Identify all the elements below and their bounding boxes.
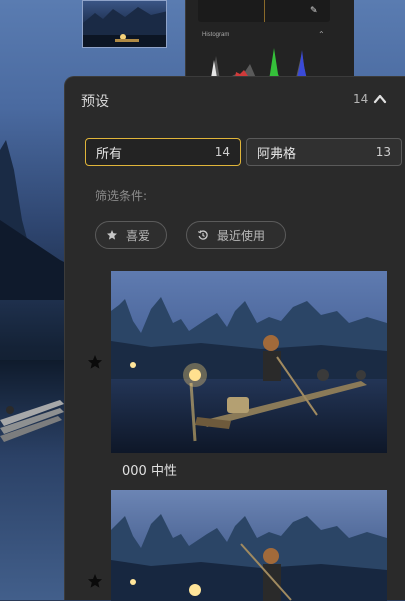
segment-afg-label: 阿弗格 — [257, 146, 297, 162]
preset-thumbnail[interactable] — [111, 490, 387, 601]
thumbnail-scene — [83, 7, 166, 47]
histogram-title: Histogram — [202, 32, 230, 38]
preset-scene — [111, 490, 387, 601]
preset-scene — [111, 271, 387, 453]
segment-afg[interactable]: 阿弗格 13 — [246, 138, 402, 166]
recent-filter-chip[interactable]: 最近使用 — [186, 221, 286, 249]
preset-thumbnail[interactable] — [111, 271, 387, 453]
history-icon — [197, 230, 208, 240]
panel-title: 预设 — [81, 94, 109, 110]
favorite-star-icon[interactable] — [87, 354, 103, 370]
segment-afg-count: 13 — [375, 145, 391, 159]
strip-divider — [264, 0, 265, 22]
segment-all-count: 14 — [214, 145, 230, 159]
bamboo-raft — [0, 400, 64, 442]
star-icon — [107, 230, 117, 240]
favorite-star-icon[interactable] — [87, 573, 103, 589]
chevron-up-icon[interactable] — [372, 91, 388, 107]
pin-icon[interactable]: ✎ — [310, 6, 320, 16]
segment-all[interactable]: 所有 14 — [85, 138, 241, 166]
presets-panel: 预设 14 所有 14 阿弗格 13 筛选条件: 喜爱 最近使用 000 中性 — [64, 76, 405, 601]
preset-name: 000 中性 — [122, 464, 177, 479]
recent-chip-label: 最近使用 — [217, 228, 266, 243]
chevron-up-icon[interactable]: ⌃ — [318, 30, 325, 39]
preset-count: 14 — [353, 92, 369, 106]
filmstrip-thumbnail[interactable] — [82, 0, 167, 48]
segment-all-label: 所有 — [96, 146, 123, 162]
favorites-chip-label: 喜爱 — [126, 228, 151, 243]
favorites-filter-chip[interactable]: 喜爱 — [95, 221, 167, 249]
filter-label: 筛选条件: — [95, 189, 148, 203]
